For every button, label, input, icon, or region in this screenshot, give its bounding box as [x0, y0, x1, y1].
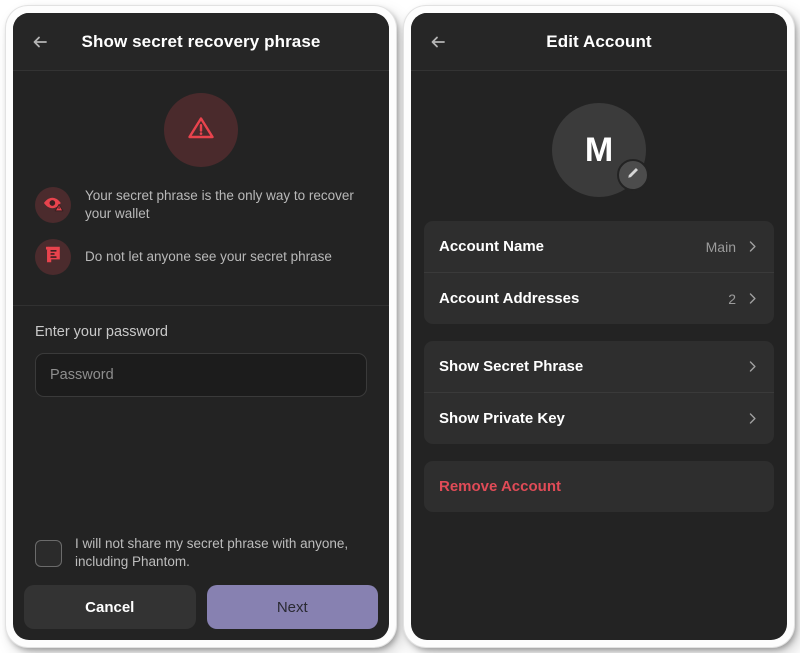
row-label: Show Private Key [439, 410, 565, 427]
danger-card: Remove Account [424, 461, 774, 512]
password-section: Enter your password [13, 306, 389, 397]
eye-warning-icon [42, 192, 64, 219]
password-label: Enter your password [35, 324, 168, 340]
row-value: 2 [728, 290, 736, 307]
left-header: Show secret recovery phrase [13, 13, 389, 71]
edit-account-screen: Edit Account M Account Name Main Account… [411, 13, 787, 640]
arrow-left-icon [30, 32, 50, 52]
row-show-private-key[interactable]: Show Private Key [424, 392, 774, 444]
row-label: Show Secret Phrase [439, 358, 584, 375]
screenshot-stage: Show secret recovery phrase Your secret … [0, 0, 800, 653]
secrets-card: Show Secret Phrase Show Private Key [424, 341, 774, 444]
right-header: Edit Account [411, 13, 787, 71]
back-button[interactable] [425, 29, 451, 55]
left-device-frame: Show secret recovery phrase Your secret … [6, 6, 396, 647]
next-button[interactable]: Next [206, 585, 378, 629]
warning-item: Your secret phrase is the only way to re… [35, 187, 367, 223]
warning-item-text: Your secret phrase is the only way to re… [85, 188, 354, 221]
warning-section: Your secret phrase is the only way to re… [13, 71, 389, 306]
account-info-card: Account Name Main Account Addresses 2 [424, 221, 774, 324]
row-show-secret-phrase[interactable]: Show Secret Phrase [424, 341, 774, 392]
password-input[interactable] [35, 353, 367, 397]
row-account-addresses[interactable]: Account Addresses 2 [424, 272, 774, 324]
right-device-frame: Edit Account M Account Name Main Account… [404, 6, 794, 647]
remove-account-label: Remove Account [439, 478, 561, 495]
action-button-row: Cancel Next [13, 585, 389, 640]
alert-triangle-badge [164, 93, 238, 167]
alert-triangle-icon [184, 111, 218, 150]
chevron-right-icon [746, 292, 759, 305]
right-body: M Account Name Main Account Addresses 2 … [411, 71, 787, 640]
consent-area: I will not share my secret phrase with a… [13, 535, 389, 571]
warning-item-text: Do not let anyone see your secret phrase [85, 249, 332, 264]
pencil-icon [626, 166, 640, 185]
back-button[interactable] [27, 29, 53, 55]
left-body: Your secret phrase is the only way to re… [13, 71, 389, 640]
secret-document-icon [43, 244, 64, 270]
page-title: Edit Account [546, 31, 652, 51]
eye-warning-badge [35, 187, 71, 223]
flex-spacer [13, 397, 389, 535]
row-value: Main [705, 238, 736, 255]
avatar-edit-button[interactable] [617, 159, 649, 191]
show-secret-recovery-phrase-screen: Show secret recovery phrase Your secret … [13, 13, 389, 640]
avatar-wrapper: M [552, 103, 649, 197]
warning-item: Do not let anyone see your secret phrase [35, 239, 367, 275]
consent-checkbox[interactable] [35, 539, 62, 567]
page-title: Show secret recovery phrase [81, 31, 321, 51]
chevron-right-icon [746, 360, 759, 373]
row-label: Account Addresses [439, 290, 580, 307]
arrow-left-icon [428, 32, 448, 52]
row-remove-account[interactable]: Remove Account [424, 461, 774, 512]
row-label: Account Name [439, 238, 545, 255]
secret-document-badge [35, 239, 71, 275]
chevron-right-icon [746, 240, 759, 253]
warning-list: Your secret phrase is the only way to re… [13, 187, 389, 275]
consent-label: I will not share my secret phrase with a… [75, 536, 349, 569]
chevron-right-icon [746, 412, 759, 425]
cancel-button[interactable]: Cancel [24, 585, 196, 629]
row-account-name[interactable]: Account Name Main [424, 221, 774, 272]
